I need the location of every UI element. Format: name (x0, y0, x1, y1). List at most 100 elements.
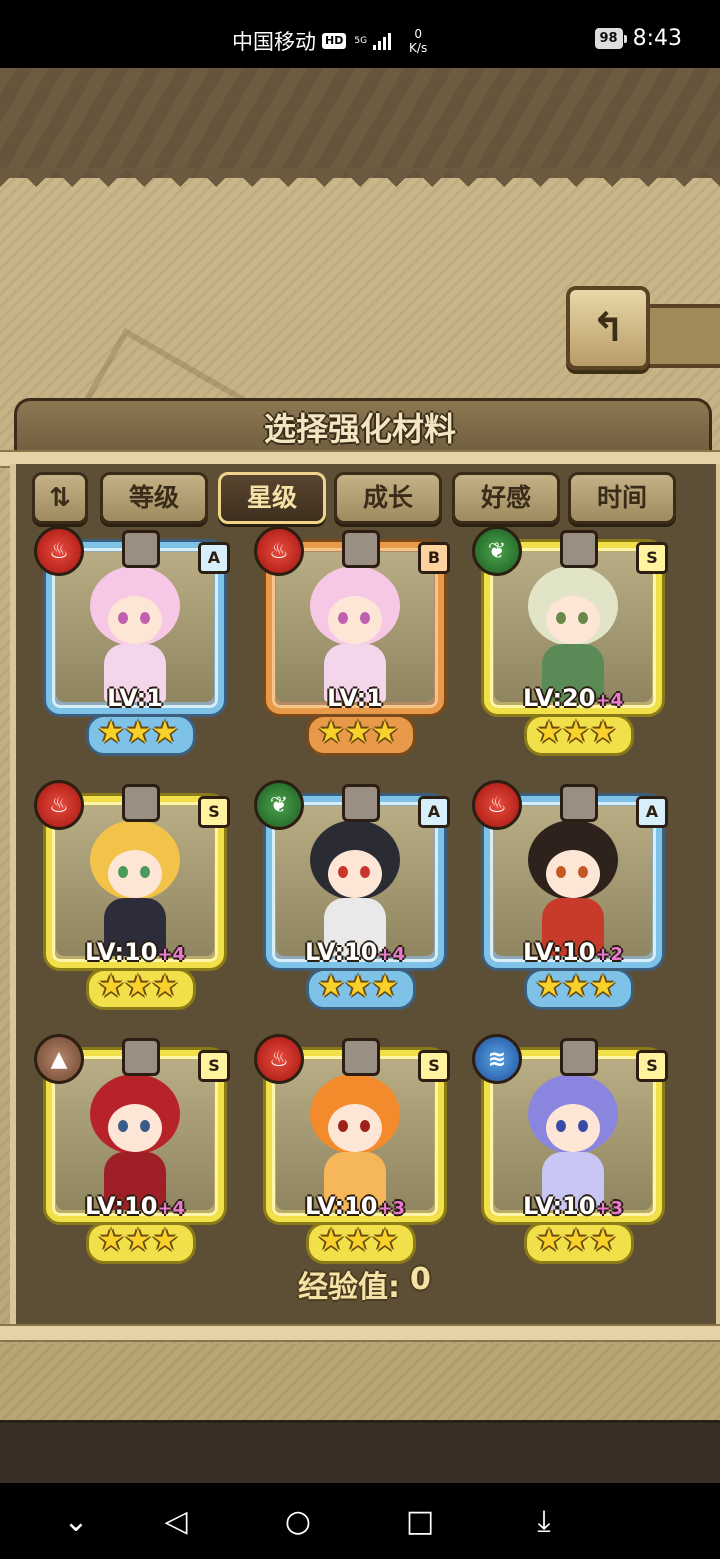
card-level: LV:10+3 (260, 1192, 450, 1220)
level-plus: +4 (157, 944, 186, 965)
status-right: 98 8:43 (594, 26, 682, 51)
card-level: LV:10+4 (40, 1192, 230, 1220)
star-rating: ★★★ (317, 1223, 399, 1258)
character-eye (118, 612, 128, 624)
character-eye (578, 866, 588, 878)
clock: 8:43 (632, 26, 682, 51)
select-checkbox[interactable] (560, 1038, 598, 1076)
signal-icon (373, 32, 392, 50)
notification-pull-icon[interactable]: ⤓ (524, 1505, 564, 1539)
character-eye (360, 1120, 370, 1132)
character-card[interactable]: ♨ S LV:10+3 ★★★ (254, 1034, 456, 1264)
speed-unit: K/s (409, 41, 428, 55)
character-eye (118, 866, 128, 878)
character-eye (578, 612, 588, 624)
character-portrait (494, 1060, 652, 1210)
level-text: LV:20 (522, 684, 596, 712)
tab-affinity[interactable]: 好感 (452, 472, 560, 524)
rank-badge: B (418, 542, 450, 574)
panel-title: 选择强化材料 (263, 410, 456, 448)
sort-icon: ⇅ (49, 483, 71, 513)
tab-time[interactable]: 时间 (568, 472, 676, 524)
card-level: LV:10+2 (478, 938, 668, 966)
level-text: LV:1 (327, 684, 383, 712)
card-level: LV:1 (260, 684, 450, 712)
star-rating: ★★★ (535, 969, 617, 1004)
home-icon[interactable]: ○ (278, 1505, 318, 1539)
rank-badge: A (198, 542, 230, 574)
character-portrait (56, 806, 214, 956)
level-text: LV:10 (304, 1192, 378, 1220)
card-level: LV:10+4 (40, 938, 230, 966)
level-text: LV:10 (522, 938, 596, 966)
star-rating: ★★★ (535, 715, 617, 750)
character-eye (338, 612, 348, 624)
level-plus: +4 (377, 944, 406, 965)
water-element-icon: ≋ (472, 1034, 522, 1084)
character-face (546, 850, 600, 898)
character-card[interactable]: ≋ S LV:10+3 ★★★ (472, 1034, 674, 1264)
star-rating: ★★★ (97, 969, 179, 1004)
bottom-wood-strip (0, 1420, 720, 1486)
character-face (108, 850, 162, 898)
select-checkbox[interactable] (342, 530, 380, 568)
star-rating: ★★★ (317, 969, 399, 1004)
character-face (546, 1104, 600, 1152)
character-card[interactable]: ▲ S LV:10+4 ★★★ (34, 1034, 236, 1264)
back-nav-icon[interactable]: ◁ (156, 1505, 196, 1539)
leaf-element-icon: ❦ (254, 780, 304, 830)
network-speed: 0 K/s (409, 27, 427, 55)
select-checkbox[interactable] (122, 784, 160, 822)
exp-display: 经验值: 0 (298, 1262, 431, 1306)
character-eye (360, 866, 370, 878)
character-face (328, 1104, 382, 1152)
character-eye (556, 866, 566, 878)
character-portrait (276, 806, 434, 956)
character-portrait (276, 1060, 434, 1210)
network-type: 5G (354, 35, 368, 46)
character-face (108, 1104, 162, 1152)
fire-element-icon: ♨ (254, 526, 304, 576)
star-rating: ★★★ (97, 715, 179, 750)
battery-icon: 98 (594, 28, 627, 49)
rank-badge: S (418, 1050, 450, 1082)
character-eye (556, 612, 566, 624)
select-checkbox[interactable] (342, 784, 380, 822)
character-card[interactable]: ♨ S LV:10+4 ★★★ (34, 780, 236, 1010)
tab-level[interactable]: 等级 (100, 472, 208, 524)
card-level: LV:20+4 (478, 684, 668, 712)
bottom-map-strip (0, 1344, 720, 1424)
back-button[interactable]: ↰ (566, 286, 650, 370)
carrier-name: 中国移动 (232, 30, 316, 54)
level-text: LV:10 (84, 938, 158, 966)
tab-growth[interactable]: 成长 (334, 472, 442, 524)
star-rating: ★★★ (317, 715, 399, 750)
level-text: LV:10 (522, 1192, 596, 1220)
select-checkbox[interactable] (560, 530, 598, 568)
select-checkbox[interactable] (342, 1038, 380, 1076)
leaf-element-icon: ❦ (472, 526, 522, 576)
character-card[interactable]: ❦ S LV:20+4 ★★★ (472, 526, 674, 756)
sort-order-button[interactable]: ⇅ (32, 472, 88, 524)
select-checkbox[interactable] (560, 784, 598, 822)
rank-badge: S (636, 1050, 668, 1082)
character-eye (338, 1120, 348, 1132)
character-portrait (276, 552, 434, 702)
character-card[interactable]: ♨ B LV:1 ★★★ (254, 526, 456, 756)
character-card[interactable]: ♨ A LV:10+2 ★★★ (472, 780, 674, 1010)
character-face (546, 596, 600, 644)
character-card[interactable]: ♨ A LV:1 ★★★ (34, 526, 236, 756)
level-text: LV:1 (107, 684, 163, 712)
tab-star[interactable]: 星级 (218, 472, 326, 524)
level-plus: +4 (595, 690, 624, 711)
card-level: LV:10+4 (260, 938, 450, 966)
character-card[interactable]: ❦ A LV:10+4 ★★★ (254, 780, 456, 1010)
level-plus: +3 (377, 1198, 406, 1219)
fire-element-icon: ♨ (34, 526, 84, 576)
recents-icon[interactable]: □ (400, 1505, 440, 1539)
character-eye (556, 1120, 566, 1132)
collapse-icon[interactable]: ⌄ (56, 1505, 96, 1539)
fire-element-icon: ♨ (254, 1034, 304, 1084)
select-checkbox[interactable] (122, 530, 160, 568)
select-checkbox[interactable] (122, 1038, 160, 1076)
